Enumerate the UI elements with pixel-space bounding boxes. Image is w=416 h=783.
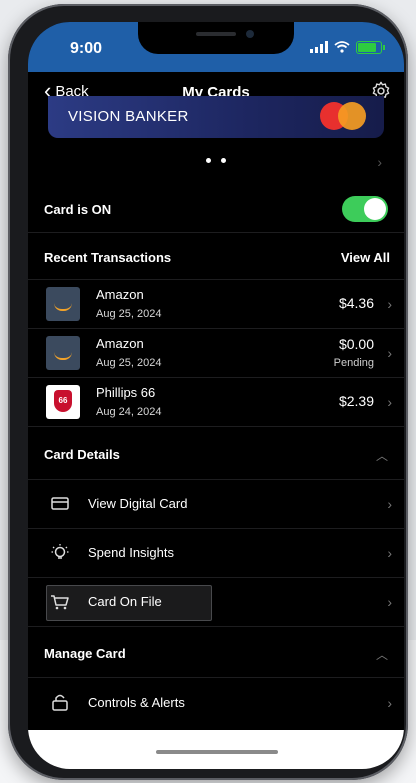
chevron-up-icon: ︿ [375,449,388,463]
card-image[interactable]: VISION BANKER [48,96,384,138]
transaction-amount: $2.39 [338,393,374,409]
chevron-right-icon: › [387,496,392,512]
card-name: VISION BANKER [68,108,189,125]
menu-item-controls-alerts[interactable]: Controls & Alerts › [28,678,404,728]
transactions-title: Recent Transactions [44,250,172,265]
card-status-row: Card is ON [28,186,404,233]
transaction-amount: $0.00 [338,336,374,352]
carousel-dot[interactable] [206,158,211,163]
manage-card-header[interactable]: Manage Card ︿ [28,627,404,678]
transaction-amount: $4.36 [338,295,374,311]
status-bar: 9:00 [28,22,404,72]
menu-item-spend-insights[interactable]: Spend Insights › [28,529,404,578]
phone-screen: 9:00 ‹ Back My Cards VISION BANKER › Car… [28,22,404,769]
menu-item-label: View Digital Card [88,496,188,511]
card-details-header[interactable]: Card Details ︿ [28,427,404,480]
lightbulb-icon [51,544,69,559]
phone-frame: 9:00 ‹ Back My Cards VISION BANKER › Car… [8,4,408,780]
home-indicator[interactable] [156,750,278,754]
transaction-date: Aug 25, 2024 [96,357,162,369]
chevron-right-icon: › [387,594,392,610]
transactions-header: Recent Transactions View All [28,233,404,280]
phillips66-logo-icon: 66 [46,385,80,419]
transaction-merchant: Phillips 66 [96,385,156,400]
transaction-row[interactable]: Amazon Aug 25, 2024 $4.36 › [28,280,404,329]
chevron-up-icon: ︿ [375,648,388,662]
menu-item-label: Controls & Alerts [88,695,185,710]
signal-icon [310,41,328,53]
carousel-dots[interactable] [28,158,404,163]
menu-item-card-on-file[interactable]: Card On File › [28,578,404,627]
chevron-right-icon: › [387,394,392,410]
card-on-toggle[interactable] [342,196,388,222]
battery-icon [356,40,385,54]
speaker [196,32,236,36]
card-icon [51,497,69,510]
status-time: 9:00 [70,40,103,57]
amazon-logo-icon [46,336,80,370]
toggle-knob [364,198,386,220]
chevron-right-icon: › [387,345,392,361]
front-camera [246,30,254,38]
transaction-merchant: Amazon [96,336,144,351]
menu-item-view-digital-card[interactable]: View Digital Card › [28,480,404,529]
transaction-merchant: Amazon [96,287,144,302]
chevron-right-icon: › [387,545,392,561]
home-indicator-area [28,730,404,769]
card-details-title: Card Details [44,447,120,462]
lock-icon [52,694,68,711]
menu-item-label: Card On File [88,594,162,609]
amazon-logo-icon [46,287,80,321]
transaction-status: Pending [333,357,374,369]
transaction-row[interactable]: Amazon Aug 25, 2024 $0.00 Pending › [28,329,404,378]
view-all-link[interactable]: View All [341,250,390,265]
cart-icon [51,595,69,610]
notch [138,22,294,54]
status-icons [310,40,385,54]
transaction-date: Aug 25, 2024 [96,308,162,320]
chevron-right-icon: › [387,296,392,312]
transaction-date: Aug 24, 2024 [96,406,162,418]
card-status-label: Card is ON [44,202,112,217]
carousel-dot[interactable] [221,158,226,163]
chevron-right-icon[interactable]: › [377,154,382,170]
menu-item-label: Spend Insights [88,545,175,560]
chevron-right-icon: › [387,695,392,711]
transaction-row[interactable]: 66 Phillips 66 Aug 24, 2024 $2.39 › [28,378,404,427]
mastercard-logo [320,102,366,130]
manage-card-title: Manage Card [44,646,126,661]
wifi-icon [334,41,350,53]
